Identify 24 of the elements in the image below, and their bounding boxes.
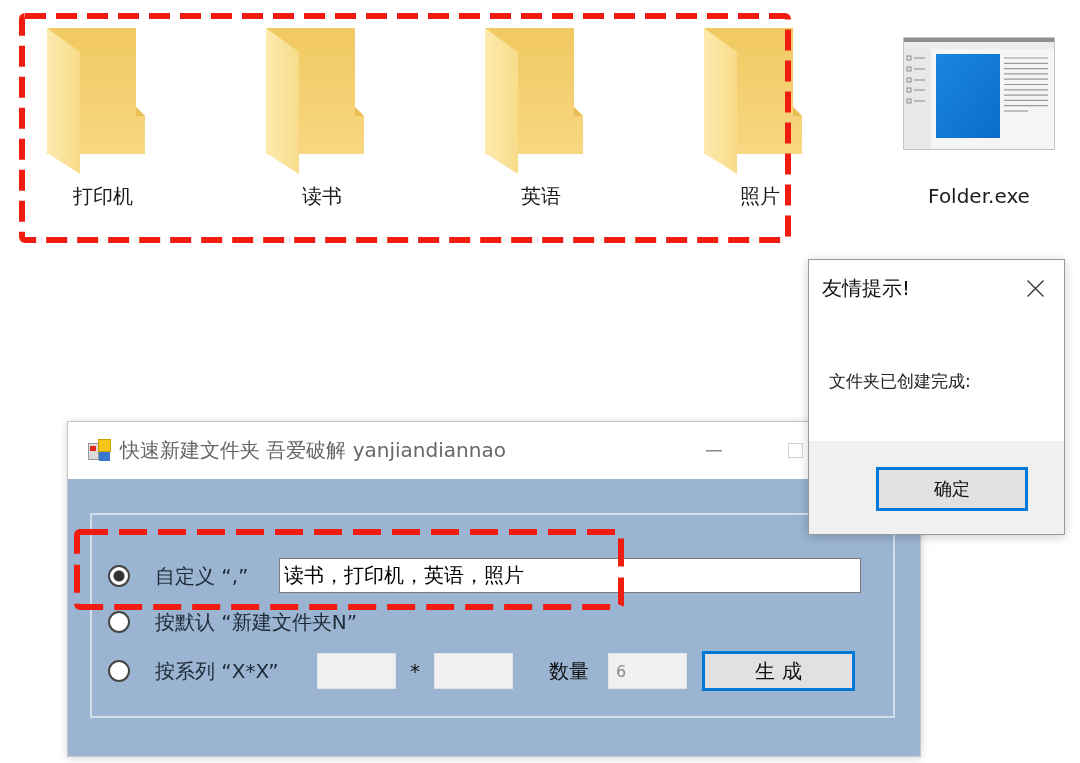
ok-button[interactable]: 确定: [876, 467, 1028, 511]
folder-icon[interactable]: [704, 28, 802, 174]
minimize-icon[interactable]: [706, 449, 722, 452]
radio-button[interactable]: [108, 564, 130, 587]
radio-button[interactable]: [108, 660, 130, 682]
file-name-label[interactable]: 英语: [521, 184, 561, 208]
file-name-label[interactable]: 照片: [740, 184, 780, 208]
window-title: 快速新建文件夹 吾爱破解 yanjiandiannao: [120, 437, 506, 464]
dialog-message: 文件夹已创建完成:: [829, 370, 972, 393]
text-field[interactable]: 读书，打印机，英语，照片: [279, 558, 861, 593]
file-name-label[interactable]: 打印机: [73, 184, 133, 208]
file-name-label[interactable]: 读书: [302, 184, 342, 208]
radio-label[interactable]: 按默认 “新建文件夹N”: [155, 610, 358, 634]
radio-label[interactable]: 按系列 “X*X”: [155, 659, 317, 683]
window-thumbnail-icon[interactable]: [903, 37, 1055, 150]
multiply-sign: *: [409, 659, 421, 683]
dialog-title: 友情提示!: [822, 274, 911, 302]
generate-button[interactable]: 生 成: [702, 651, 855, 691]
app-icon: [88, 439, 111, 462]
close-icon[interactable]: [1027, 279, 1044, 297]
file-name-label[interactable]: Folder.exe: [928, 184, 1030, 208]
radio-label[interactable]: 自定义 “,”: [155, 563, 279, 588]
count-label: 数量: [549, 657, 589, 685]
radio-button[interactable]: [108, 611, 130, 633]
